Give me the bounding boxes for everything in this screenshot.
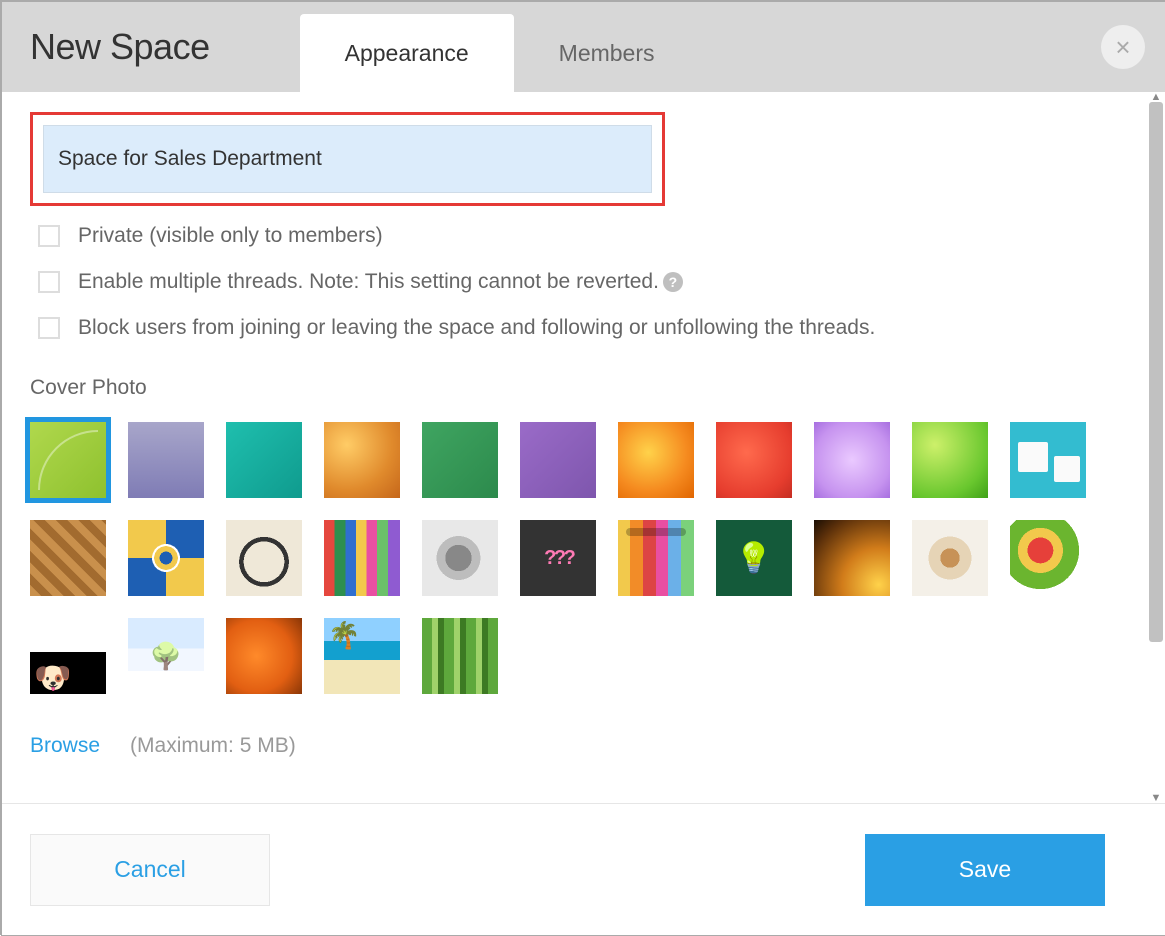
block-join-checkbox[interactable]	[38, 317, 60, 339]
private-label: Private (visible only to members)	[78, 224, 383, 248]
cover-photo-24[interactable]	[128, 618, 204, 694]
browse-row: Browse (Maximum: 5 MB)	[30, 734, 1137, 758]
dialog-body: Private (visible only to members) Enable…	[2, 92, 1165, 803]
space-name-highlight	[30, 112, 665, 206]
cover-photo-20[interactable]	[814, 520, 890, 596]
vertical-scrollbar[interactable]: ▲ ▼	[1147, 92, 1165, 803]
cover-photo-2[interactable]	[128, 422, 204, 498]
tab-appearance[interactable]: Appearance	[300, 14, 514, 92]
cover-photo-25[interactable]	[226, 618, 302, 694]
cancel-button[interactable]: Cancel	[30, 834, 270, 906]
cover-photo-14[interactable]	[226, 520, 302, 596]
cover-photo-26[interactable]	[324, 618, 400, 694]
browse-link[interactable]: Browse	[30, 734, 100, 758]
cover-photo-5[interactable]	[422, 422, 498, 498]
cover-photo-12[interactable]	[30, 520, 106, 596]
cover-photo-label: Cover Photo	[30, 376, 1137, 400]
help-icon[interactable]: ?	[663, 272, 683, 292]
close-button[interactable]: ×	[1101, 25, 1145, 69]
cover-photo-13[interactable]	[128, 520, 204, 596]
cover-photo-22[interactable]	[1010, 520, 1086, 596]
scroll-down-arrow[interactable]: ▼	[1147, 790, 1165, 803]
tab-members[interactable]: Members	[514, 14, 700, 92]
cover-photo-3[interactable]	[226, 422, 302, 498]
cover-photo-16[interactable]	[422, 520, 498, 596]
cover-photo-10[interactable]	[912, 422, 988, 498]
scroll-thumb[interactable]	[1149, 102, 1163, 642]
cover-photo-27[interactable]	[422, 618, 498, 694]
private-checkbox[interactable]	[38, 225, 60, 247]
cover-photo-7[interactable]	[618, 422, 694, 498]
cover-photo-19[interactable]	[716, 520, 792, 596]
cover-photo-8[interactable]	[716, 422, 792, 498]
browse-max-hint: (Maximum: 5 MB)	[130, 734, 296, 758]
cover-photo-grid	[30, 422, 1130, 694]
multithread-row: Enable multiple threads. Note: This sett…	[38, 270, 1137, 294]
block-join-row: Block users from joining or leaving the …	[38, 316, 1137, 340]
private-row: Private (visible only to members)	[38, 224, 1137, 248]
cover-photo-23[interactable]	[30, 618, 106, 694]
cover-photo-17[interactable]	[520, 520, 596, 596]
tabs: Appearance Members	[300, 14, 700, 92]
cover-photo-21[interactable]	[912, 520, 988, 596]
close-icon: ×	[1115, 34, 1130, 60]
cover-photo-1[interactable]	[25, 417, 111, 503]
dialog-body-wrap: Private (visible only to members) Enable…	[2, 92, 1165, 803]
cover-photo-18[interactable]	[618, 520, 694, 596]
checkbox-group: Private (visible only to members) Enable…	[38, 224, 1137, 340]
cover-photo-11[interactable]	[1010, 422, 1086, 498]
new-space-dialog: New Space Appearance Members × Private (…	[2, 2, 1165, 935]
cover-photo-15[interactable]	[324, 520, 400, 596]
block-join-label: Block users from joining or leaving the …	[78, 316, 875, 340]
dialog-header: New Space Appearance Members ×	[2, 2, 1165, 92]
dialog-footer: Cancel Save	[2, 803, 1165, 935]
cover-photo-6[interactable]	[520, 422, 596, 498]
save-button[interactable]: Save	[865, 834, 1105, 906]
cover-photo-9[interactable]	[814, 422, 890, 498]
multithread-checkbox[interactable]	[38, 271, 60, 293]
dialog-title: New Space	[30, 26, 210, 68]
space-name-input[interactable]	[43, 125, 652, 193]
cover-photo-4[interactable]	[324, 422, 400, 498]
multithread-label: Enable multiple threads. Note: This sett…	[78, 270, 659, 294]
